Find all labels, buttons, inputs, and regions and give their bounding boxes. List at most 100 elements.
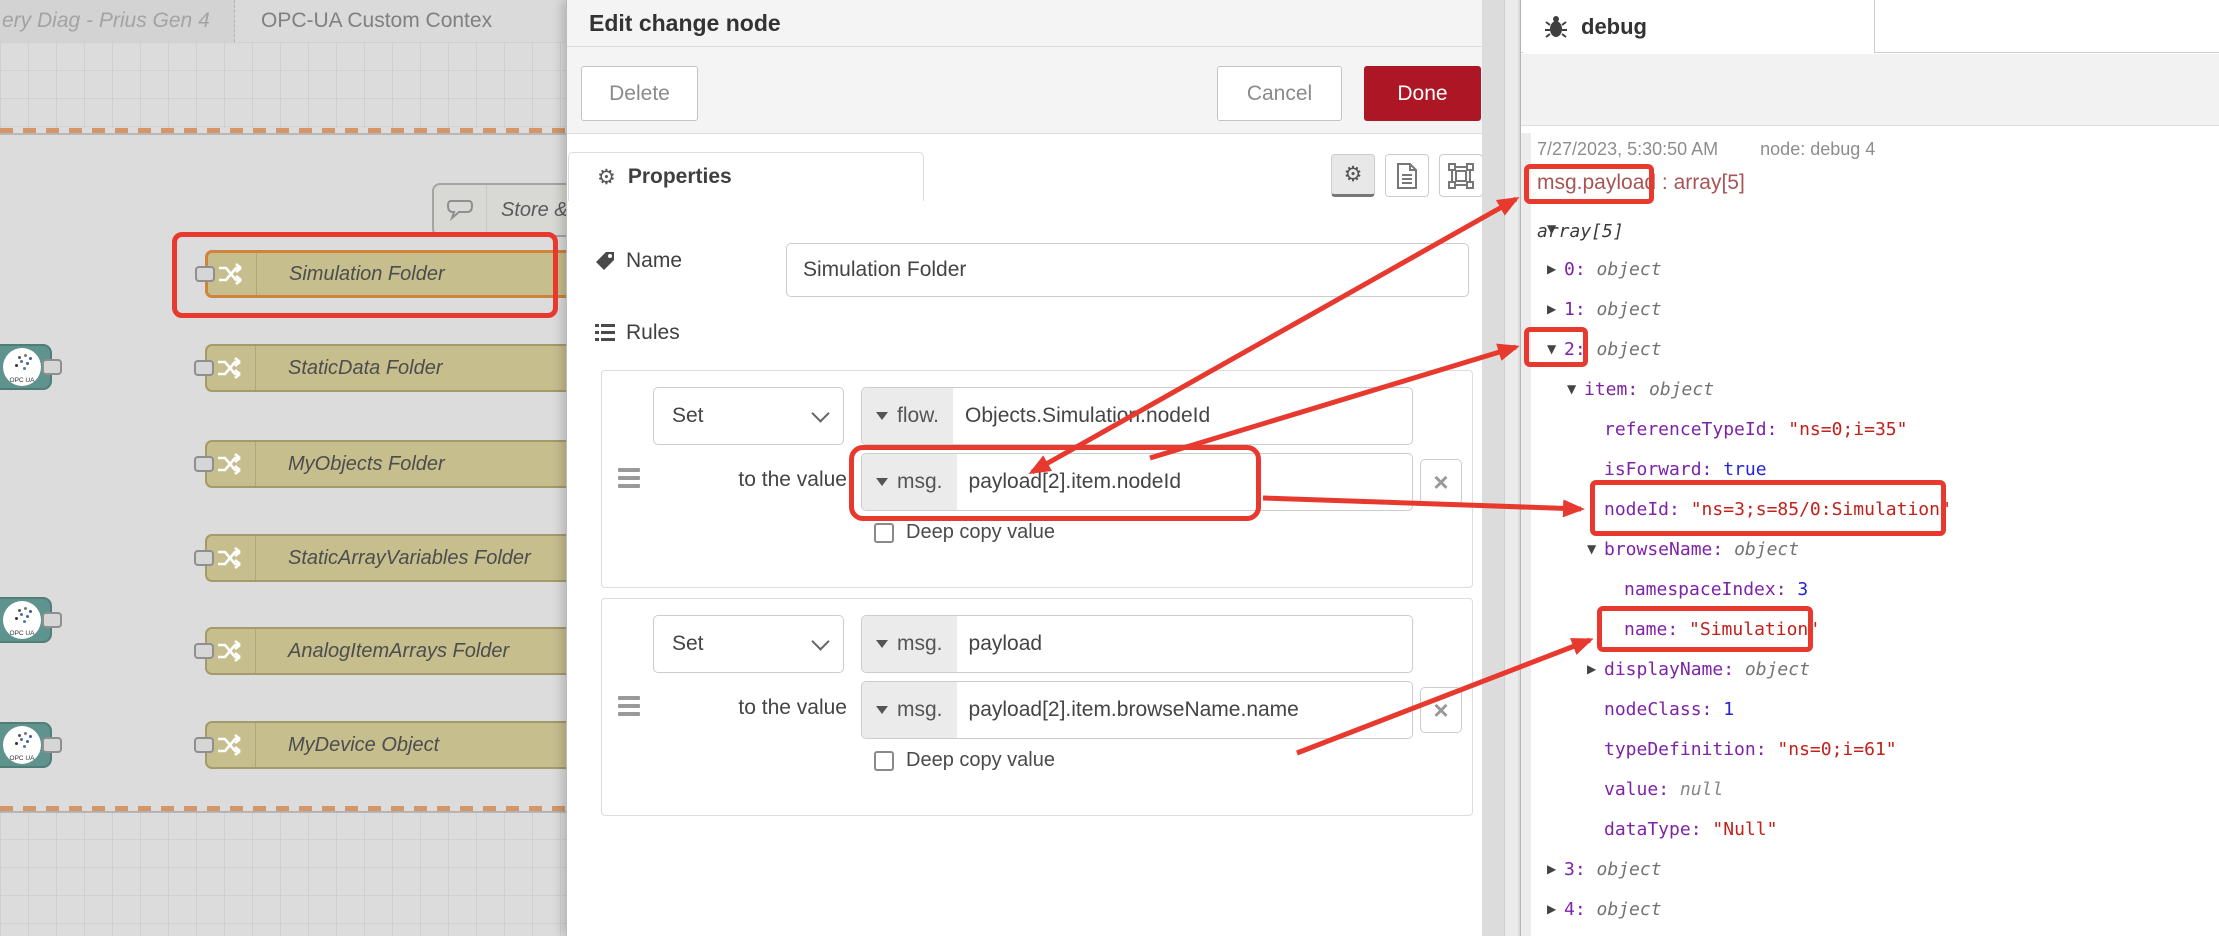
to-the-value-label: to the value — [722, 696, 847, 720]
debug-tree-row-root[interactable]: ▼ array[5] — [1521, 209, 2219, 249]
description-view-button[interactable] — [1385, 154, 1429, 197]
change-node-icon — [207, 629, 256, 673]
name-input[interactable] — [786, 243, 1469, 297]
flow-tab-label: OPC-UA Custom Contex — [261, 9, 492, 33]
debug-tree-row-3[interactable]: ▶ 3 : object — [1521, 849, 2219, 889]
node-input-port[interactable] — [195, 266, 215, 282]
tree-colon: : — [1575, 899, 1597, 920]
vertical-scrollbar[interactable] — [1504, 0, 1518, 936]
flow-node-label: StaticData Folder — [256, 357, 443, 380]
cancel-button[interactable]: Cancel — [1217, 66, 1342, 121]
properties-view-button[interactable]: ⚙ — [1331, 154, 1375, 197]
debug-tree-row-item[interactable]: ▼ item : object — [1521, 369, 2219, 409]
tree-colon: : — [1575, 299, 1597, 320]
delete-button[interactable]: Delete — [581, 66, 698, 121]
tree-expander-icon[interactable]: ▶ — [1547, 902, 1564, 916]
list-icon — [595, 324, 615, 342]
flow-node-analogitemarrays-folder[interactable]: AnalogItemArrays Folder — [205, 627, 566, 675]
comment-node-label: Store & Parse nodeId & browseNam — [487, 199, 566, 222]
debug-timestamp: 7/27/2023, 5:30:50 AM — [1537, 139, 1718, 160]
debug-tree-row-browseName[interactable]: ▼ browseName : object — [1521, 529, 2219, 569]
debug-tree-row-value[interactable]: value : null — [1521, 769, 2219, 809]
tab-properties[interactable]: ⚙ Properties — [568, 152, 924, 201]
debug-tree-row-4[interactable]: ▶ 4 : object — [1521, 889, 2219, 929]
tree-key: typeDefinition — [1604, 739, 1756, 760]
rule2-property-type-button[interactable]: msg. — [862, 616, 957, 672]
tab-debug[interactable]: debug — [1523, 0, 1875, 53]
debug-tree-row-displayName[interactable]: ▶ displayName : object — [1521, 649, 2219, 689]
flow-node-simulation-folder[interactable]: Simulation Folder — [205, 250, 566, 298]
caret-down-icon — [876, 478, 888, 486]
rule2-value-field[interactable]: msg. payload[2].item.browseName.name — [861, 681, 1413, 739]
rule2-action-select[interactable]: Set — [653, 615, 844, 673]
debug-tree-row-1[interactable]: ▶ 1 : object — [1521, 289, 2219, 329]
opcua-browser-node[interactable]: OPC UA — [0, 597, 52, 643]
rule1-remove-button[interactable]: × — [1420, 459, 1462, 505]
done-button[interactable]: Done — [1364, 66, 1481, 121]
flow-canvas[interactable]: Store & Parse nodeId & browseNam Simulat… — [0, 42, 566, 936]
rule1-action-select[interactable]: Set — [653, 387, 844, 445]
debug-tree-row-isForward[interactable]: isForward : true — [1521, 449, 2219, 489]
flow-tab-prius[interactable]: ery Diag - Prius Gen 4 — [0, 0, 235, 42]
tree-expander-icon[interactable]: ▶ — [1547, 862, 1564, 876]
document-icon — [1396, 163, 1418, 189]
tree-expander-icon[interactable]: ▼ — [1567, 382, 1584, 396]
comment-node[interactable]: Store & Parse nodeId & browseNam — [432, 183, 566, 237]
node-output-port[interactable] — [42, 359, 62, 375]
tree-colon: : — [1723, 659, 1745, 680]
appearance-view-button[interactable] — [1439, 154, 1483, 197]
flow-node-mydevice-object[interactable]: MyDevice Object — [205, 721, 566, 769]
debug-tree-row-nodeId[interactable]: nodeId : "ns=3;s=85/0:Simulation" — [1521, 489, 2219, 529]
flow-node-myobjects-folder[interactable]: MyObjects Folder — [205, 440, 566, 488]
debug-sidebar: debug 7/27/2023, 5:30:50 AM node: debug … — [1520, 0, 2219, 936]
debug-tree-row-2[interactable]: ▼ 2 : object — [1521, 329, 2219, 369]
tree-value: 3 — [1797, 579, 1808, 600]
flow-node-staticdata-folder[interactable]: StaticData Folder — [205, 344, 566, 392]
opcua-browser-node[interactable]: OPC UA — [0, 722, 52, 768]
debug-tree-row-nodeClass[interactable]: nodeClass : 1 — [1521, 689, 2219, 729]
tree-expander-icon[interactable]: ▶ — [1587, 662, 1604, 676]
change-node-icon — [207, 536, 256, 580]
tree-expander-icon[interactable]: ▼ — [1587, 542, 1604, 556]
rule2-deep-copy-checkbox[interactable] — [874, 751, 894, 771]
debug-tree-row-name[interactable]: name : "Simulation" — [1521, 609, 2219, 649]
tree-key: nodeId — [1604, 499, 1669, 520]
drag-handle-icon[interactable] — [618, 464, 640, 492]
tree-value: "Null" — [1712, 819, 1777, 840]
flow-tab-opcua-custom[interactable]: OPC-UA Custom Contex — [235, 0, 566, 42]
tree-expander-icon[interactable]: ▼ — [1547, 342, 1564, 356]
tree-colon: : — [1767, 419, 1789, 440]
tree-value: object — [1745, 659, 1810, 680]
node-input-port[interactable] — [194, 737, 214, 753]
tree-key: item — [1584, 379, 1627, 400]
node-input-port[interactable] — [194, 360, 214, 376]
debug-tree-row-namespaceIndex[interactable]: namespaceIndex : 3 — [1521, 569, 2219, 609]
debug-tree-row-0[interactable]: ▶ 0 : object — [1521, 249, 2219, 289]
tree-expander-icon[interactable]: ▶ — [1547, 302, 1564, 316]
flow-node-staticarrayvariables-folder[interactable]: StaticArrayVariables Folder — [205, 534, 566, 582]
debug-tree-row-dataType[interactable]: dataType : "Null" — [1521, 809, 2219, 849]
debug-tree-row-typeDefinition[interactable]: typeDefinition : "ns=0;i=61" — [1521, 729, 2219, 769]
rule1-deep-copy-checkbox[interactable] — [874, 523, 894, 543]
rule1-property-type-button[interactable]: flow. — [862, 388, 953, 444]
debug-payload-path: msg.payload — [1537, 171, 1656, 194]
node-input-port[interactable] — [194, 550, 214, 566]
node-input-port[interactable] — [194, 456, 214, 472]
edit-change-node-dialog: Edit change node Delete Cancel Done ⚙ Pr… — [566, 0, 1483, 936]
rule1-value-type-button[interactable]: msg. — [862, 454, 957, 510]
node-input-port[interactable] — [194, 643, 214, 659]
debug-payload-path-row[interactable]: msg.payload : array[5] — [1537, 171, 1745, 195]
rule2-property-field[interactable]: msg. payload — [861, 615, 1413, 673]
rule2-value-type-button[interactable]: msg. — [862, 682, 957, 738]
rule1-property-field[interactable]: flow. Objects.Simulation.nodeId — [861, 387, 1413, 445]
rule1-value-field[interactable]: msg. payload[2].item.nodeId — [861, 453, 1413, 511]
debug-tree-row-referenceTypeId[interactable]: referenceTypeId : "ns=0;i=35" — [1521, 409, 2219, 449]
tree-expander-icon[interactable]: ▶ — [1547, 262, 1564, 276]
node-output-port[interactable] — [42, 612, 62, 628]
dialog-button-row: Delete Cancel Done — [567, 47, 1483, 134]
node-output-port[interactable] — [42, 737, 62, 753]
tag-icon — [595, 251, 615, 271]
opcua-browser-node[interactable]: OPC UA — [0, 344, 52, 390]
rule2-remove-button[interactable]: × — [1420, 687, 1462, 733]
drag-handle-icon[interactable] — [618, 692, 640, 720]
